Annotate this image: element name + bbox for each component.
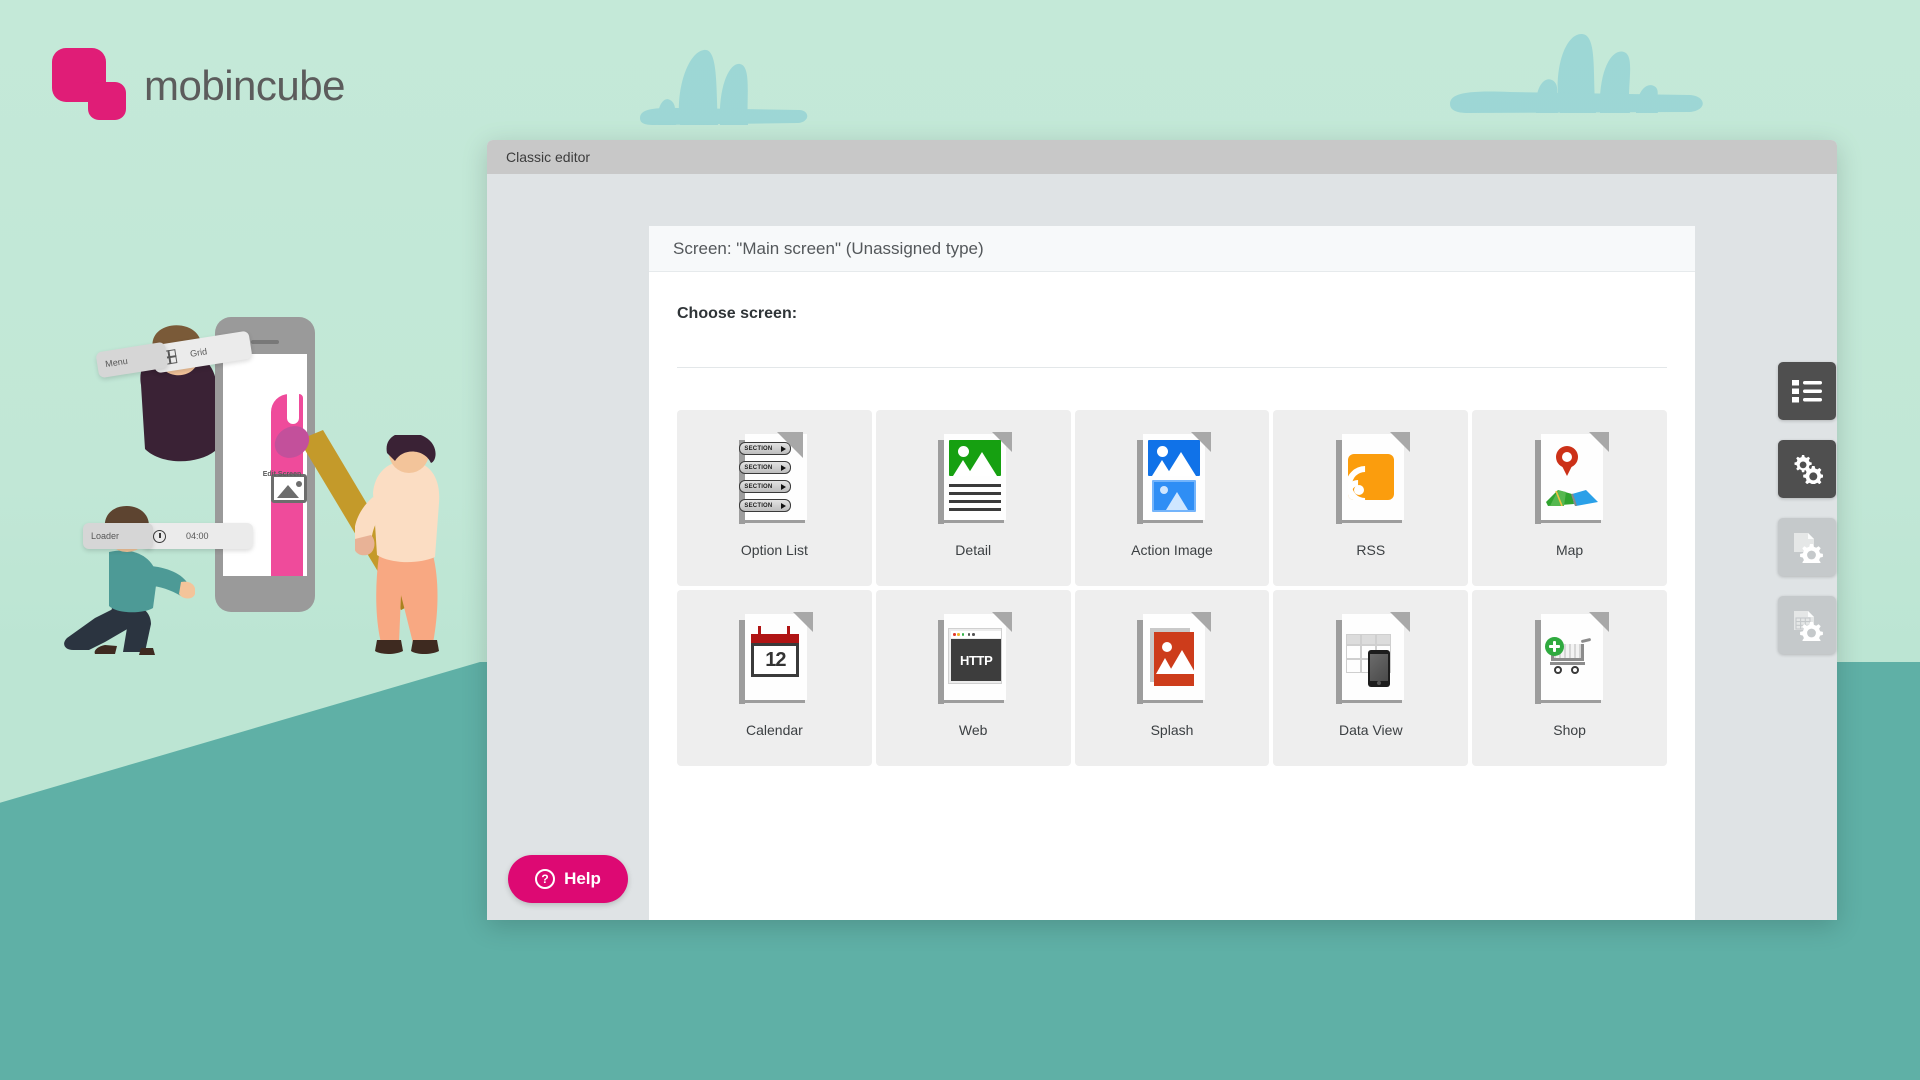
clock-icon — [153, 529, 166, 543]
data-view-icon — [1332, 612, 1410, 708]
shop-icon — [1531, 612, 1609, 708]
screen-type-web[interactable]: HTTP Web — [875, 590, 1071, 766]
page-gear-icon — [1794, 533, 1823, 563]
list-icon — [1792, 380, 1822, 403]
screen-type-label: Action Image — [1131, 542, 1213, 558]
right-toolbar — [1778, 362, 1838, 674]
screen-type-map[interactable]: Map — [1472, 410, 1667, 586]
table-gear-icon — [1794, 611, 1823, 641]
toolbar-app-settings-button[interactable] — [1778, 440, 1836, 498]
dialog-title: Classic editor — [506, 149, 591, 165]
illustration-chip-time: 04:00 — [143, 523, 253, 549]
screen-type-row: 12 Calendar HTTP Web Splash Data View Sh… — [677, 590, 1667, 766]
toolbar-page-settings-button[interactable] — [1778, 518, 1836, 576]
screen-title: Screen: "Main screen" (Unassigned type) — [673, 238, 984, 258]
screen-chooser-panel: Screen: "Main screen" (Unassigned type) … — [649, 226, 1695, 920]
pencil-brush-tip — [274, 426, 310, 458]
screen-type-label: Shop — [1553, 722, 1586, 738]
help-button[interactable]: ? Help — [508, 855, 628, 903]
web-icon: HTTP — [934, 612, 1013, 708]
rss-icon — [1332, 432, 1410, 528]
person-standing-right — [355, 435, 440, 654]
section-divider — [677, 367, 1667, 368]
screen-type-row: SECTION SECTION SECTION SECTION Option L… — [677, 410, 1667, 586]
mobincube-mark-icon — [52, 48, 126, 124]
bush-right-icon — [1450, 33, 1703, 113]
illustration-chip-loader: Loader — [83, 523, 153, 549]
toolbar-screens-list-button[interactable] — [1778, 362, 1836, 420]
gears-icon — [1794, 455, 1823, 484]
action-image-icon — [1133, 432, 1211, 528]
toolbar-data-settings-button[interactable] — [1778, 596, 1836, 654]
screen-type-label: Option List — [740, 542, 808, 558]
help-label: Help — [564, 869, 601, 888]
bush-left-icon — [640, 49, 808, 125]
screen-type-label: Detail — [955, 542, 992, 558]
screen-type-shop[interactable]: Shop — [1472, 590, 1667, 766]
screen-type-label: Data View — [1339, 722, 1403, 738]
brand-name: mobincube — [144, 62, 345, 109]
brand-logo: mobincube — [52, 48, 345, 124]
screen-type-label: Map — [1555, 542, 1584, 558]
splash-icon — [1133, 612, 1211, 708]
screen-type-action-image[interactable]: Action Image — [1074, 410, 1270, 586]
classic-editor-dialog: Classic editor Screen: "Main screen" (Un… — [487, 140, 1837, 920]
screen-type-grid: SECTION SECTION SECTION SECTION Option L… — [677, 410, 1667, 766]
screen-type-calendar[interactable]: 12 Calendar — [677, 590, 872, 766]
calendar-icon: 12 — [735, 612, 814, 708]
option-list-icon: SECTION SECTION SECTION SECTION — [735, 432, 813, 528]
plus-badge-icon — [1544, 637, 1564, 656]
map-icon — [1531, 432, 1609, 528]
screen-type-rss[interactable]: RSS — [1273, 410, 1469, 586]
screen-type-data-view[interactable]: Data View — [1273, 590, 1469, 766]
screen-type-detail[interactable]: Detail — [875, 410, 1071, 586]
question-mark-icon: ? — [535, 869, 556, 889]
screen-type-label: Calendar — [745, 722, 803, 738]
screen-type-option-list[interactable]: SECTION SECTION SECTION SECTION Option L… — [677, 410, 872, 586]
screen-type-label: RSS — [1356, 542, 1386, 558]
screen-type-splash[interactable]: Splash — [1074, 590, 1270, 766]
hero-illustration: Edit Screen Grid Menu 04:00 Loader — [55, 317, 455, 655]
panel-header: Screen: "Main screen" (Unassigned type) — [649, 226, 1695, 272]
detail-icon — [934, 432, 1013, 528]
dialog-titlebar: Classic editor — [487, 140, 1837, 174]
choose-screen-label: Choose screen: — [677, 305, 798, 322]
screen-type-label: Web — [958, 722, 988, 738]
screen-type-label: Splash — [1150, 722, 1194, 738]
dialog-body: Screen: "Main screen" (Unassigned type) … — [487, 174, 1837, 920]
